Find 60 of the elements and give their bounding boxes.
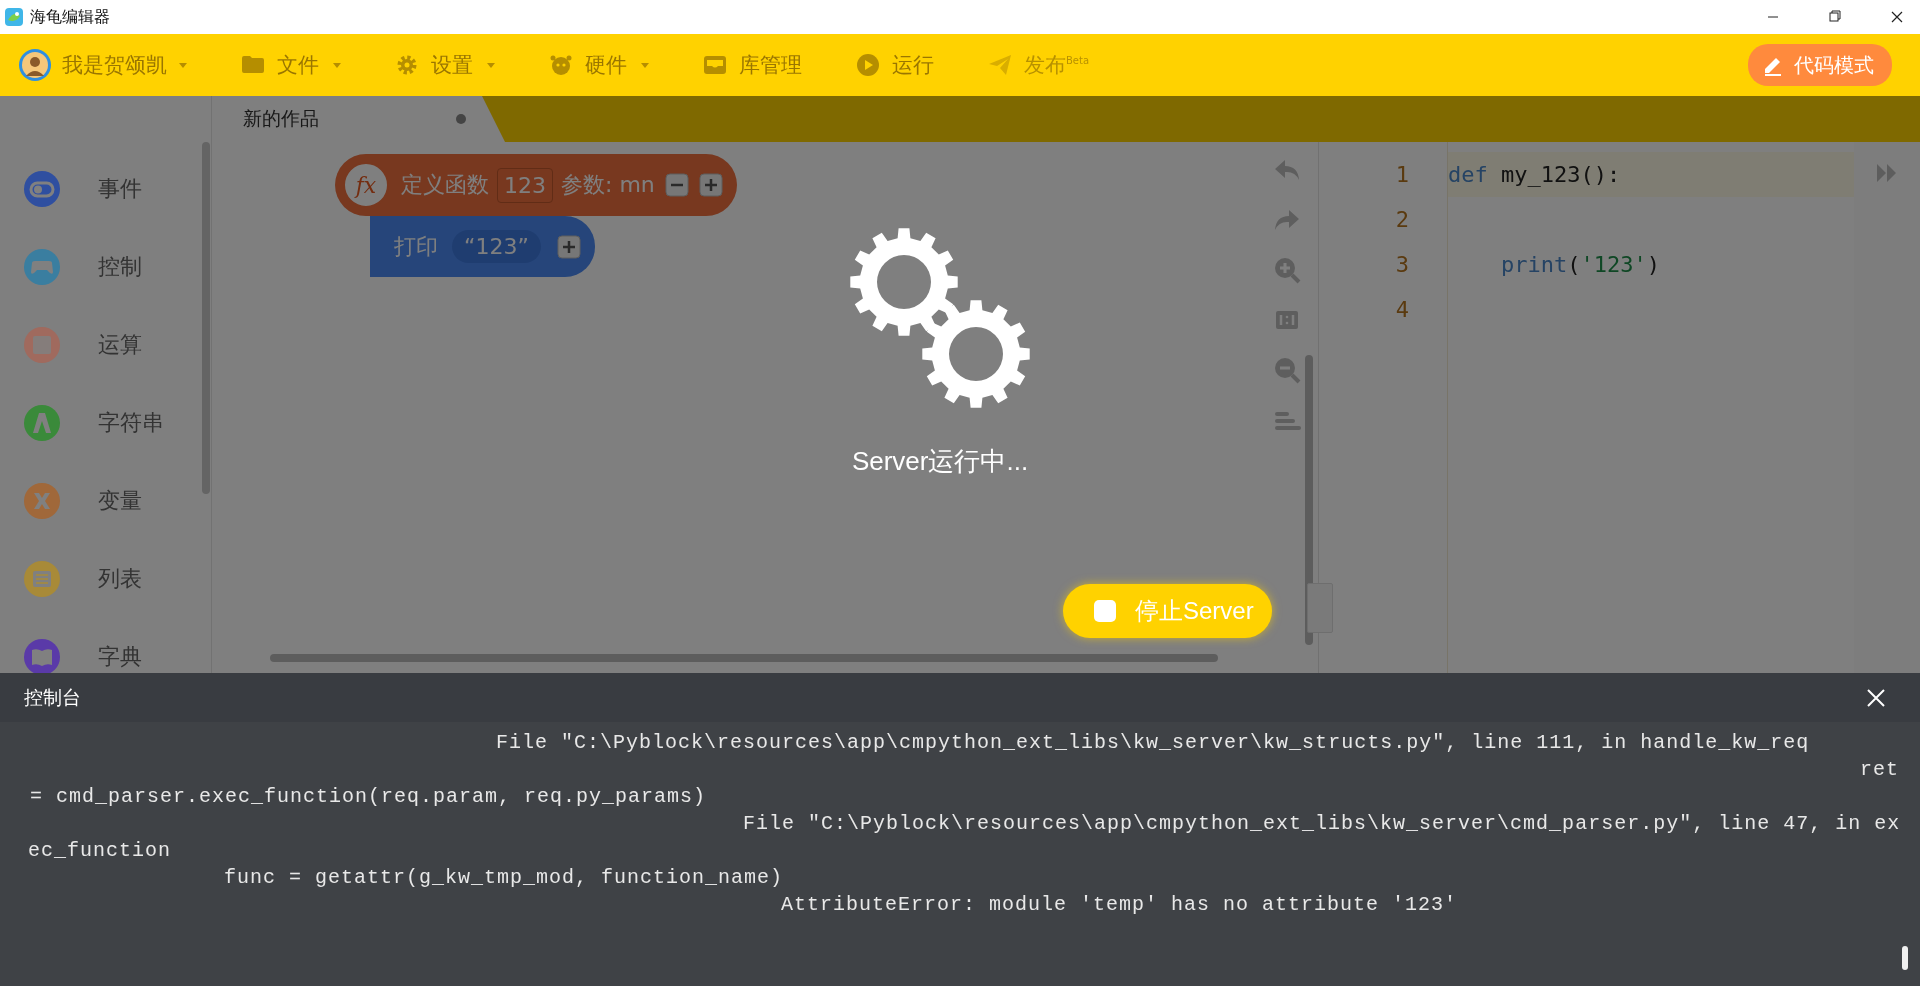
gears-icon xyxy=(850,228,1030,408)
paper-plane-icon xyxy=(988,53,1012,77)
gear-icon xyxy=(395,53,419,77)
caret-icon xyxy=(487,62,495,68)
menu-item[interactable]: 运行 xyxy=(856,51,934,79)
scrollbar[interactable] xyxy=(202,142,210,494)
console-line: ec_function xyxy=(28,838,172,864)
menu-item[interactable]: 发布$^{Beta}$ xyxy=(988,51,1090,79)
category-item[interactable]: 控制 xyxy=(0,228,211,306)
category-item[interactable]: 列表 xyxy=(0,540,211,618)
code-mode-button[interactable]: 代码模式 xyxy=(1748,44,1892,86)
scrollbar[interactable] xyxy=(1902,946,1908,970)
menu-item[interactable]: 硬件 xyxy=(549,51,649,79)
menu-item[interactable]: 文件 xyxy=(241,51,341,79)
line-number: 3 xyxy=(1394,251,1410,279)
caret-icon xyxy=(333,62,341,68)
line-number: 2 xyxy=(1394,206,1410,234)
category-item[interactable]: 运算 xyxy=(0,306,211,384)
category-item[interactable]: 变量 xyxy=(0,462,211,540)
code-line: print('123') xyxy=(1499,251,1661,279)
plus-button-icon[interactable] xyxy=(698,173,723,197)
menu-item[interactable]: 库管理 xyxy=(703,51,802,79)
minus-button-icon[interactable] xyxy=(664,173,689,197)
play-icon xyxy=(856,53,880,77)
line-number: 1 xyxy=(1394,161,1410,189)
console-line: func = getattr(g_kw_tmp_mod, function_name) xyxy=(224,865,784,891)
category-item[interactable]: 字符串 xyxy=(0,384,211,462)
close-icon[interactable] xyxy=(1866,687,1886,708)
category-item[interactable]: 字典 xyxy=(0,618,211,673)
splitter-handle[interactable] xyxy=(1307,583,1333,633)
robot-icon xyxy=(549,53,573,77)
scrollbar[interactable] xyxy=(270,654,1218,662)
menu-item[interactable]: 设置 xyxy=(395,51,495,79)
print-block[interactable]: 打印 “123” xyxy=(370,216,595,277)
double-chevron-icon[interactable] xyxy=(1876,162,1898,184)
caret-icon xyxy=(179,62,187,68)
console-line: File "C:\Pyblock\resources\app\cmpython_ext_libs\kw_server\cmd_parser.py", line 47, in ex xyxy=(743,811,1901,837)
console-line: ret xyxy=(1860,757,1899,783)
console-line: AttributeError: module 'temp' has no attribute '123' xyxy=(781,892,1458,918)
console-line: = cmd_parser.exec_function(req.param, req.py_params) xyxy=(30,784,707,810)
line-number: 4 xyxy=(1394,296,1410,324)
tab[interactable]: 新的作品 xyxy=(212,96,505,142)
console-line: File "C:\Pyblock\resources\app\cmpython_ext_libs\kw_server\kw_structs.py", line 111, in handle_kw_req xyxy=(496,730,1810,756)
category-item[interactable]: 事件 xyxy=(0,150,211,228)
plus-button-icon[interactable] xyxy=(556,234,581,259)
inbox-icon xyxy=(703,53,727,77)
app-logo-icon xyxy=(4,7,24,27)
caret-icon xyxy=(641,62,649,68)
status-text: Server运行中... xyxy=(851,445,1029,478)
window-title: 海龟编辑器 xyxy=(30,6,110,28)
user-menu[interactable]: 我是贺颂凯 xyxy=(18,48,187,82)
console-title: 控制台 xyxy=(24,684,81,710)
zoom-out-icon[interactable] xyxy=(1273,356,1301,384)
zoom-in-icon[interactable] xyxy=(1273,256,1301,284)
function-symbol: fx xyxy=(343,162,389,208)
function-block[interactable]: fx 定义函数 123 参数: mn xyxy=(335,154,737,216)
avatar-icon xyxy=(18,48,52,82)
stop-icon xyxy=(1093,599,1117,623)
string-field[interactable]: “123” xyxy=(452,230,541,263)
name-field[interactable]: 123 xyxy=(497,167,553,203)
